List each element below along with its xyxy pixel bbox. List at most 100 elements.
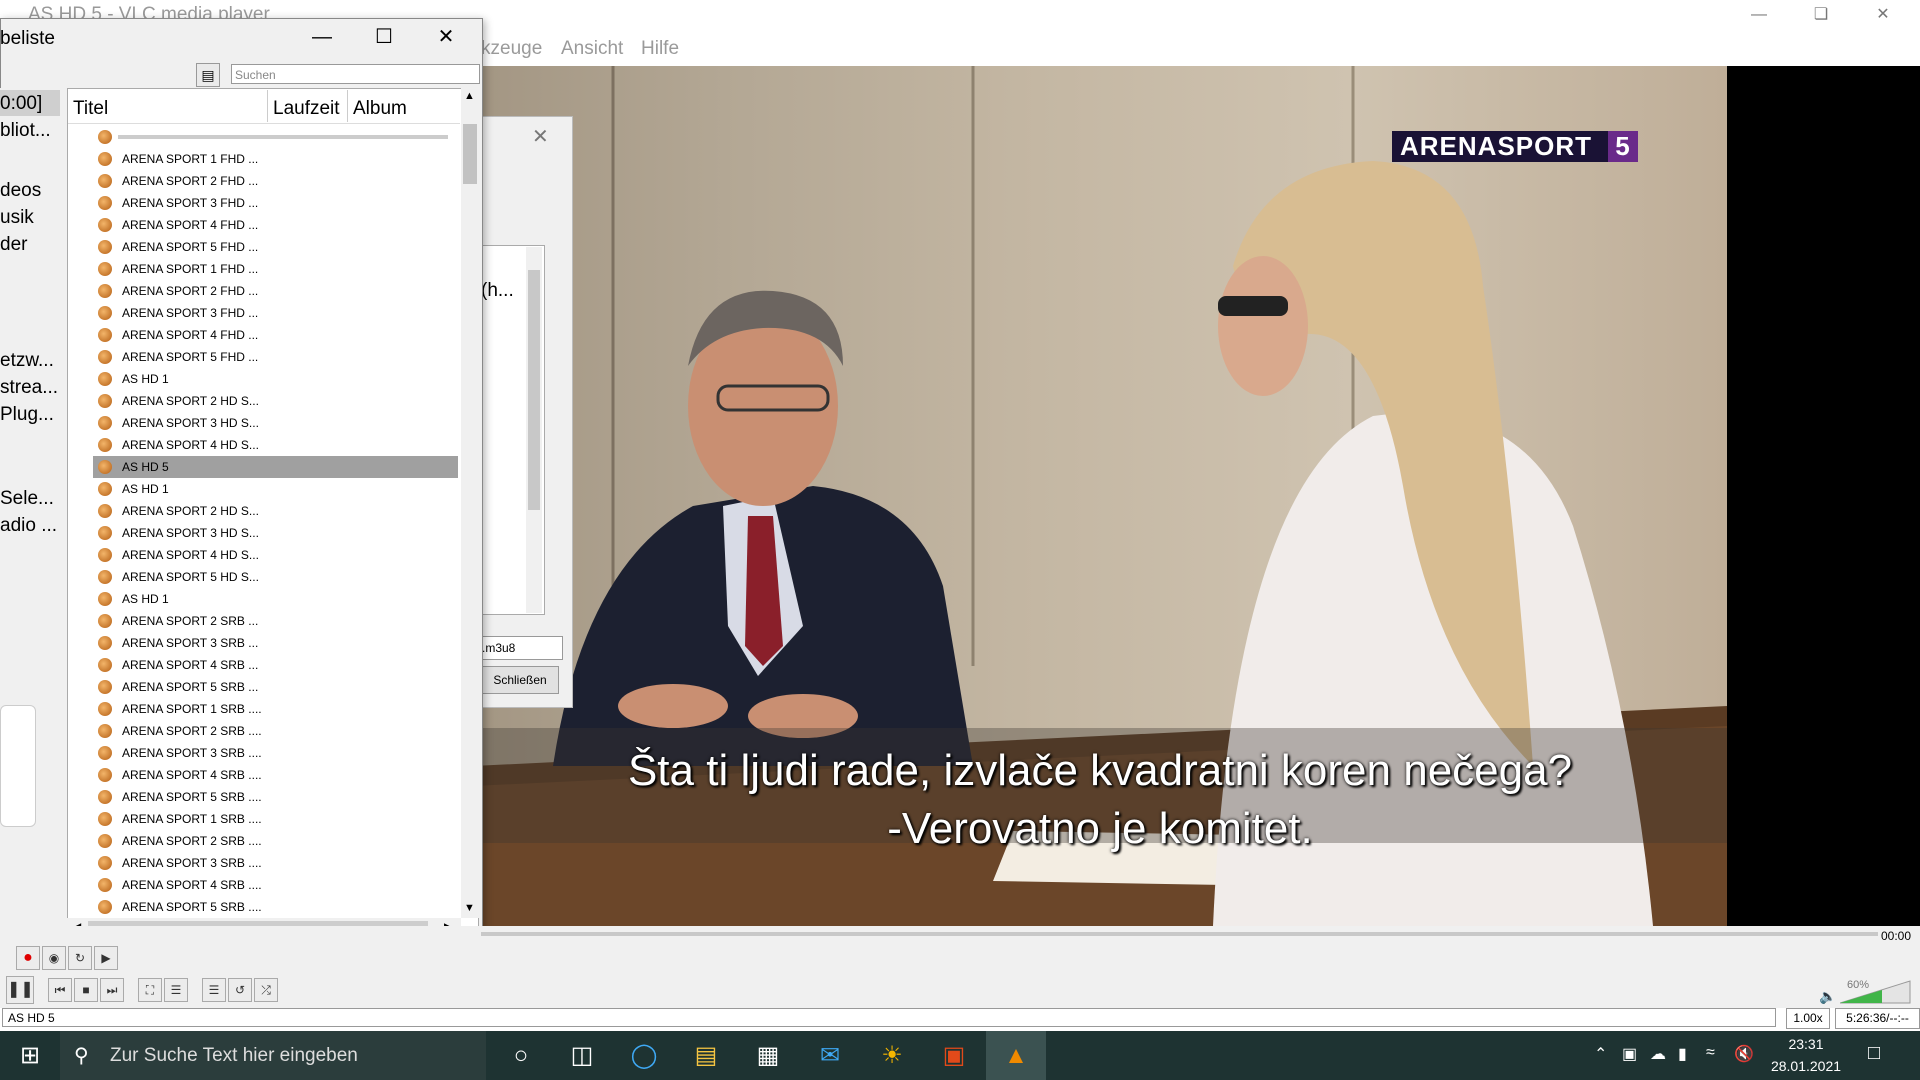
list-item[interactable]: ARENA SPORT 1 FHD ...: [93, 258, 458, 280]
list-item[interactable]: ARENA SPORT 3 SRB ....: [93, 742, 458, 764]
playlist-close-button[interactable]: ✕: [416, 22, 476, 52]
start-button[interactable]: ⊞: [14, 1040, 46, 1072]
list-item[interactable]: ARENA SPORT 4 FHD ...: [93, 214, 458, 236]
vlc-icon[interactable]: ▲: [1000, 1040, 1032, 1072]
tray-chevron-icon[interactable]: ⌃: [1594, 1044, 1607, 1064]
sidebar-item[interactable]: Sele...: [0, 488, 54, 510]
column-duration[interactable]: Laufzeit: [273, 98, 340, 120]
column-album[interactable]: Album: [353, 98, 407, 120]
dialog-url-field[interactable]: .m3u8: [481, 636, 563, 660]
list-item[interactable]: ARENA SPORT 4 SRB ....: [93, 764, 458, 786]
onedrive-icon[interactable]: ☁: [1650, 1044, 1666, 1064]
list-item[interactable]: ARENA SPORT 3 SRB ...: [93, 632, 458, 654]
list-item[interactable]: ARENA SPORT 2 SRB ....: [93, 830, 458, 852]
extended-settings-button[interactable]: ☰: [164, 978, 188, 1002]
list-item[interactable]: ARENA SPORT 5 SRB ....: [93, 896, 458, 918]
volume-muted-icon[interactable]: 🔇: [1734, 1044, 1754, 1064]
file-explorer-icon[interactable]: ▤: [690, 1040, 722, 1072]
speaker-icon[interactable]: 🔈: [1819, 988, 1836, 1005]
list-item[interactable]: ARENA SPORT 3 FHD ...: [93, 302, 458, 324]
notifications-icon[interactable]: □: [1868, 1042, 1880, 1065]
list-item[interactable]: ARENA SPORT 5 SRB ...: [93, 676, 458, 698]
sidebar-item[interactable]: adio ...: [0, 515, 57, 537]
sidebar-item[interactable]: der: [0, 234, 27, 256]
list-item[interactable]: ARENA SPORT 5 SRB ....: [93, 786, 458, 808]
sidebar-item[interactable]: strea...: [0, 377, 58, 399]
previous-button[interactable]: ⏮: [48, 978, 72, 1002]
fullscreen-button[interactable]: ⛶: [138, 978, 162, 1002]
list-item[interactable]: AS HD 1: [93, 368, 458, 390]
dialog-scrollbar-thumb[interactable]: [528, 270, 540, 510]
minimize-button[interactable]: —: [1728, 0, 1790, 30]
loop-ab-button[interactable]: ↻: [68, 946, 92, 970]
sidebar-item[interactable]: deos: [0, 180, 41, 202]
list-item[interactable]: AS HD 1: [93, 478, 458, 500]
list-item[interactable]: ARENA SPORT 4 HD S...: [93, 434, 458, 456]
list-item[interactable]: ARENA SPORT 2 HD S...: [93, 390, 458, 412]
record-button[interactable]: ●: [16, 946, 40, 970]
snapshot-button[interactable]: ◉: [42, 946, 66, 970]
list-item[interactable]: ARENA SPORT 4 HD S...: [93, 544, 458, 566]
list-item[interactable]: ARENA SPORT 4 FHD ...: [93, 324, 458, 346]
loop-button[interactable]: ↺: [228, 978, 252, 1002]
scroll-down-icon[interactable]: ▼: [464, 902, 475, 914]
list-item[interactable]: ARENA SPORT 3 HD S...: [93, 412, 458, 434]
cortana-icon[interactable]: ○: [505, 1040, 537, 1072]
list-item[interactable]: ARENA SPORT 2 FHD ...: [93, 170, 458, 192]
edge-icon[interactable]: ◯: [628, 1040, 660, 1072]
stop-button[interactable]: ■: [74, 978, 98, 1002]
list-item[interactable]: ARENA SPORT 1 SRB ....: [93, 808, 458, 830]
task-view-icon[interactable]: ◫: [566, 1040, 598, 1072]
tray-meet-icon[interactable]: ▣: [1622, 1044, 1637, 1064]
playlist-scroll-thumb[interactable]: [463, 124, 477, 184]
list-item[interactable]: AS HD 1: [93, 588, 458, 610]
network-icon[interactable]: ≈: [1706, 1044, 1715, 1062]
list-item[interactable]: ARENA SPORT 5 HD S...: [93, 566, 458, 588]
playlist-maximize-button[interactable]: ☐: [354, 22, 414, 52]
sidebar-item[interactable]: etzw...: [0, 350, 54, 372]
playlist-vertical-scrollbar[interactable]: [461, 88, 479, 918]
dialog-close-icon[interactable]: ✕: [532, 124, 549, 149]
taskbar-search[interactable]: Zur Suche Text hier eingeben: [60, 1031, 486, 1080]
scroll-up-icon[interactable]: ▲: [464, 90, 475, 102]
video-area[interactable]: [473, 66, 1920, 926]
playback-speed[interactable]: 1.00x: [1786, 1008, 1830, 1029]
list-item[interactable]: ARENA SPORT 1 SRB ....: [93, 698, 458, 720]
column-title[interactable]: Titel: [73, 98, 108, 120]
list-item[interactable]: ARENA SPORT 2 SRB ...: [93, 610, 458, 632]
menu-help[interactable]: Hilfe: [641, 38, 679, 60]
sidebar-item[interactable]: Plug...: [0, 404, 54, 426]
list-item[interactable]: ARENA SPORT 4 SRB ....: [93, 874, 458, 896]
playlist-view-icon[interactable]: ▤: [196, 63, 220, 87]
list-item[interactable]: ARENA SPORT 3 HD S...: [93, 522, 458, 544]
time-display[interactable]: 5:26:36/--:--: [1835, 1008, 1920, 1029]
seek-bar[interactable]: [481, 932, 1878, 936]
list-item[interactable]: ARENA SPORT 2 HD S...: [93, 500, 458, 522]
next-button[interactable]: ⏭: [100, 978, 124, 1002]
sidebar-item[interactable]: bliot...: [0, 120, 51, 142]
dialog-close-button[interactable]: Schließen: [481, 666, 559, 694]
frame-step-button[interactable]: ▶: [94, 946, 118, 970]
playlist-toggle-button[interactable]: ☰: [202, 978, 226, 1002]
playlist-search-input[interactable]: Suchen: [231, 64, 480, 84]
pause-button[interactable]: ❚❚: [6, 976, 34, 1004]
mail-icon[interactable]: ✉: [814, 1040, 846, 1072]
list-item[interactable]: ARENA SPORT 3 SRB ....: [93, 852, 458, 874]
battery-icon[interactable]: ▮: [1678, 1044, 1687, 1064]
clock-time[interactable]: 23:31: [1776, 1036, 1836, 1052]
maximize-button[interactable]: ❏: [1790, 0, 1852, 30]
close-button[interactable]: ✕: [1852, 0, 1914, 30]
shuffle-button[interactable]: ⤮: [254, 978, 278, 1002]
list-item[interactable]: ARENA SPORT 5 FHD ...: [93, 236, 458, 258]
list-item[interactable]: ARENA SPORT 5 FHD ...: [93, 346, 458, 368]
menu-tools[interactable]: kzeuge: [481, 38, 542, 60]
menu-view[interactable]: Ansicht: [561, 38, 623, 60]
clock-date[interactable]: 28.01.2021: [1770, 1058, 1842, 1074]
office-icon[interactable]: ▣: [938, 1040, 970, 1072]
store-icon[interactable]: ▦: [752, 1040, 784, 1072]
list-item[interactable]: ARENA SPORT 2 FHD ...: [93, 280, 458, 302]
list-item[interactable]: AS HD 5: [93, 456, 458, 478]
list-item[interactable]: ARENA SPORT 4 SRB ...: [93, 654, 458, 676]
list-item[interactable]: ARENA SPORT 2 SRB ....: [93, 720, 458, 742]
weather-icon[interactable]: ☀: [876, 1040, 908, 1072]
